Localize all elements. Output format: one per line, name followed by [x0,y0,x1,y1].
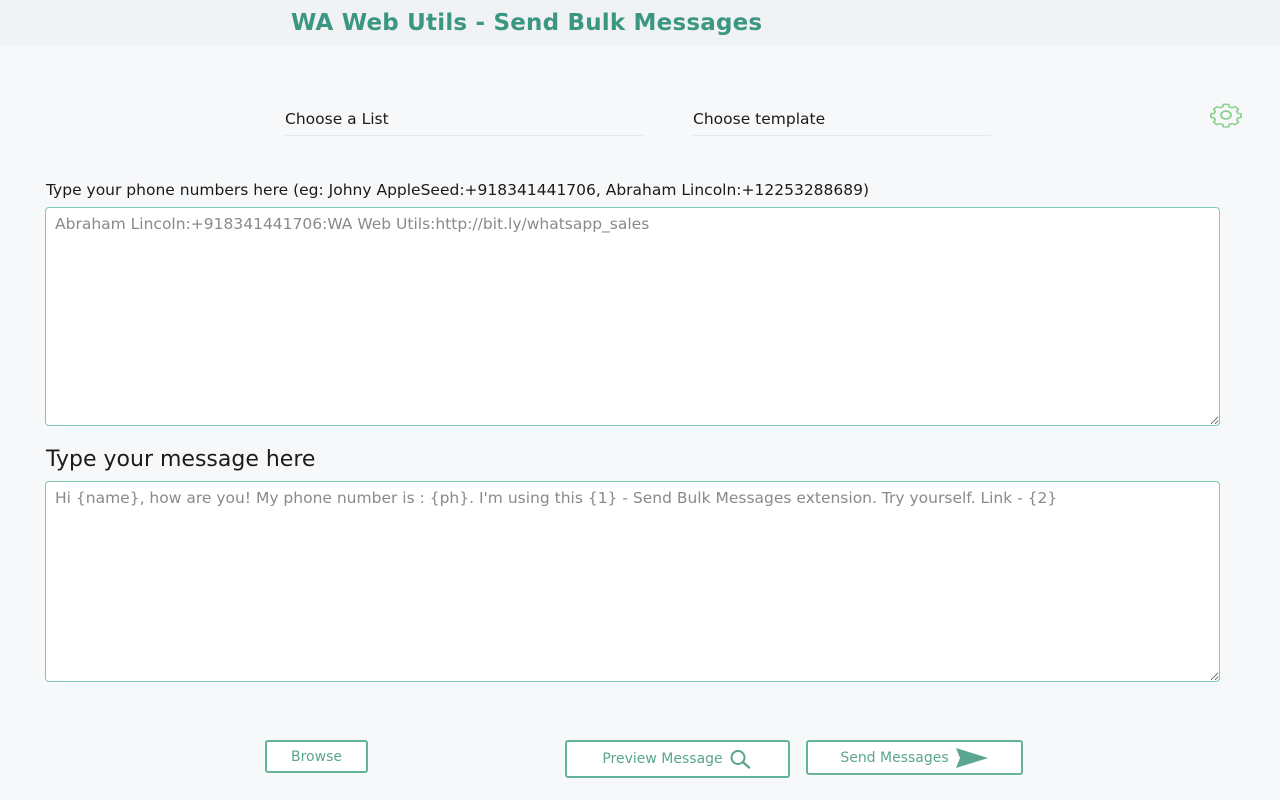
message-label: Type your message here [46,447,316,472]
app-header: WA Web Utils - Send Bulk Messages [0,0,1280,46]
send-messages-button[interactable]: Send Messages [806,740,1023,775]
send-button-label: Send Messages [840,749,949,766]
phone-numbers-input[interactable] [45,207,1220,426]
search-icon [730,750,750,769]
preview-button-label: Preview Message [602,751,723,767]
preview-message-button[interactable]: Preview Message [565,740,790,778]
message-input[interactable] [45,481,1220,682]
choose-template-select[interactable]: Choose template [693,104,991,136]
browse-button-label: Browse [291,748,342,765]
choose-template-label: Choose template [693,110,826,128]
send-icon [955,747,988,768]
page-title: WA Web Utils - Send Bulk Messages [291,10,763,36]
gear-icon [1210,103,1242,128]
phone-numbers-label: Type your phone numbers here (eg: Johny … [46,181,870,199]
settings-button[interactable] [1208,100,1244,130]
browse-button[interactable]: Browse [265,740,368,773]
choose-list-label: Choose a List [285,110,389,128]
choose-list-select[interactable]: Choose a List [285,104,643,136]
